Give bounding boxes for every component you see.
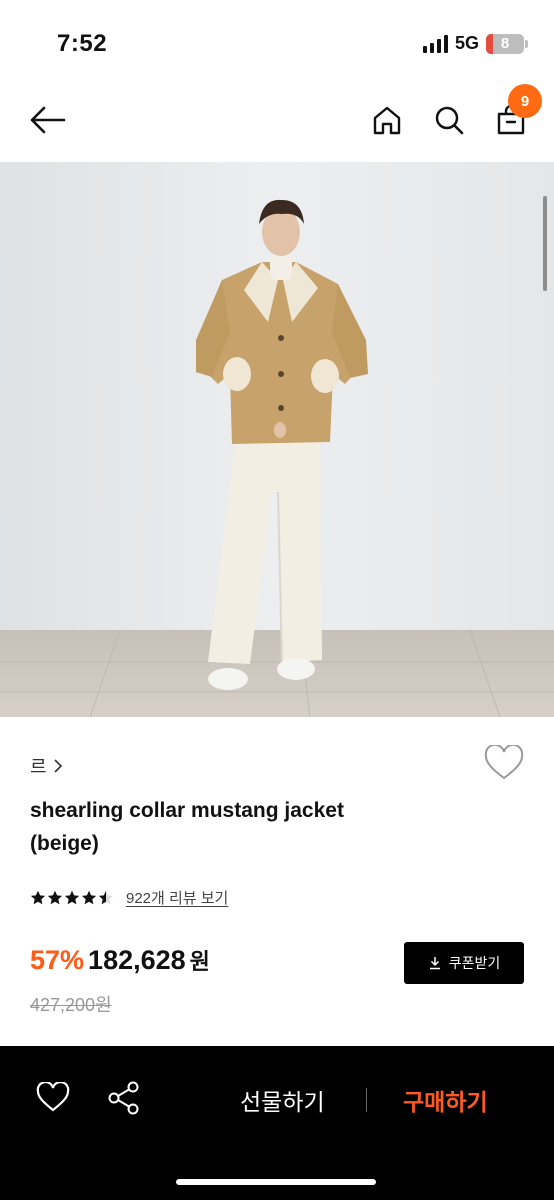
- buy-button[interactable]: 구매하기: [403, 1083, 488, 1117]
- top-nav: [0, 80, 554, 162]
- price-row: 57% 182,628 원: [30, 944, 210, 976]
- like-heart-icon[interactable]: [36, 1080, 70, 1117]
- coupon-label: 쿠폰받기: [448, 955, 501, 971]
- wishlist-heart-icon[interactable]: [484, 743, 524, 786]
- bottom-action-bar: 선물하기 구매하기: [0, 1046, 554, 1200]
- battery-icon: 8: [486, 33, 528, 54]
- brand-link[interactable]: 르: [30, 753, 63, 779]
- cart-count-badge: 9: [508, 84, 542, 118]
- status-indicators: 5G 8: [422, 33, 528, 54]
- coupon-button[interactable]: 쿠폰받기: [404, 942, 524, 984]
- download-icon: [429, 957, 440, 970]
- home-icon[interactable]: [365, 98, 409, 142]
- image-scroll-indicator: [543, 196, 547, 291]
- product-title: shearling collar mustang jacket (beige): [30, 794, 470, 860]
- review-link[interactable]: 922개 리뷰 보기: [126, 887, 228, 908]
- star-icon: [30, 890, 46, 904]
- star-icon: [47, 890, 63, 904]
- home-indicator: [176, 1179, 376, 1185]
- star-rating: [30, 890, 114, 906]
- price-unit: 원: [189, 949, 210, 974]
- product-image[interactable]: [0, 162, 554, 717]
- discount-rate: 57%: [30, 945, 85, 975]
- star-icon: [98, 890, 114, 904]
- rating-row: 922개 리뷰 보기: [30, 887, 228, 908]
- status-bar: 7:52 5G 8: [0, 0, 554, 80]
- product-title-line-2: (beige): [30, 832, 99, 855]
- divider: [366, 1088, 367, 1112]
- gift-button[interactable]: 선물하기: [240, 1083, 325, 1117]
- status-time: 7:52: [57, 30, 108, 57]
- battery-level: 8: [500, 35, 510, 52]
- original-price: 427,200원: [30, 995, 112, 1015]
- brand-name: 르: [30, 757, 47, 777]
- star-icon: [64, 890, 80, 904]
- share-icon[interactable]: [106, 1080, 142, 1121]
- signal-icon: [422, 34, 448, 53]
- search-icon[interactable]: [427, 98, 471, 142]
- network-label: 5G: [454, 33, 479, 53]
- chevron-right-icon: [53, 759, 62, 773]
- product-title-line-1: shearling collar mustang jacket: [30, 799, 344, 822]
- back-arrow-icon[interactable]: [25, 98, 69, 142]
- sale-price: 182,628: [88, 945, 186, 975]
- star-icon: [81, 890, 97, 904]
